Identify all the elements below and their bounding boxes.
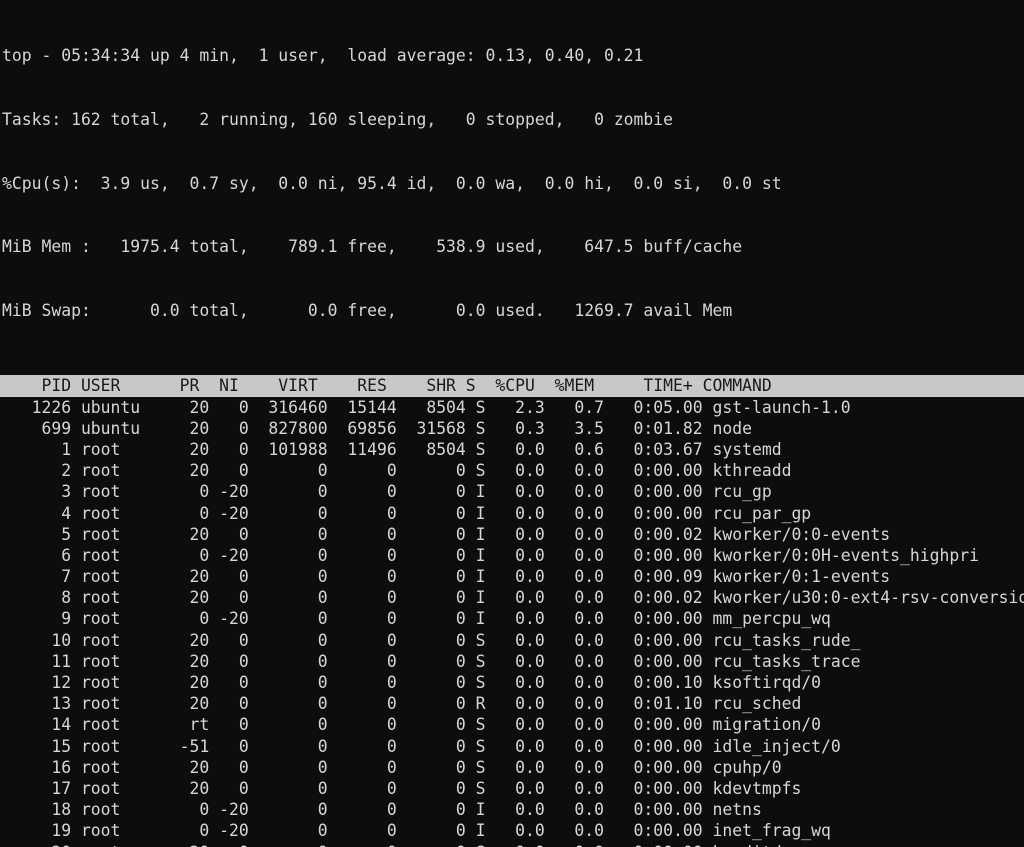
process-row[interactable]: 10 root 20 0 0 0 0 S 0.0 0.0 0:00.00 rcu…	[2, 630, 1024, 651]
process-row[interactable]: 18 root 0 -20 0 0 0 I 0.0 0.0 0:00.00 ne…	[2, 799, 1024, 820]
process-row[interactable]: 699 ubuntu 20 0 827800 69856 31568 S 0.3…	[2, 418, 1024, 439]
summary-table-spacer	[0, 363, 1024, 375]
process-row[interactable]: 4 root 0 -20 0 0 0 I 0.0 0.0 0:00.00 rcu…	[2, 503, 1024, 524]
terminal-window[interactable]: top - 05:34:34 up 4 min, 1 user, load av…	[0, 0, 1024, 847]
process-row[interactable]: 16 root 20 0 0 0 0 S 0.0 0.0 0:00.00 cpu…	[2, 757, 1024, 778]
process-row[interactable]: 20 root 20 0 0 0 0 S 0.0 0.0 0:00.00 kau…	[2, 842, 1024, 847]
summary-uptime-line: top - 05:34:34 up 4 min, 1 user, load av…	[2, 46, 644, 66]
process-row[interactable]: 2 root 20 0 0 0 0 S 0.0 0.0 0:00.00 kthr…	[2, 460, 1024, 481]
process-row[interactable]: 1226 ubuntu 20 0 316460 15144 8504 S 2.3…	[2, 397, 1024, 418]
process-row[interactable]: 19 root 0 -20 0 0 0 I 0.0 0.0 0:00.00 in…	[2, 820, 1024, 841]
summary-cpu-line: %Cpu(s): 3.9 us, 0.7 sy, 0.0 ni, 95.4 id…	[2, 173, 782, 193]
summary-swap-line: MiB Swap: 0.0 total, 0.0 free, 0.0 used.…	[2, 300, 733, 320]
process-row[interactable]: 15 root -51 0 0 0 0 S 0.0 0.0 0:00.00 id…	[2, 736, 1024, 757]
process-row[interactable]: 7 root 20 0 0 0 0 I 0.0 0.0 0:00.09 kwor…	[2, 566, 1024, 587]
process-table-body: 1226 ubuntu 20 0 316460 15144 8504 S 2.3…	[0, 397, 1024, 847]
process-row[interactable]: 6 root 0 -20 0 0 0 I 0.0 0.0 0:00.00 kwo…	[2, 545, 1024, 566]
process-row[interactable]: 5 root 20 0 0 0 0 I 0.0 0.0 0:00.02 kwor…	[2, 524, 1024, 545]
process-row[interactable]: 11 root 20 0 0 0 0 S 0.0 0.0 0:00.00 rcu…	[2, 651, 1024, 672]
process-row[interactable]: 14 root rt 0 0 0 0 S 0.0 0.0 0:00.00 mig…	[2, 714, 1024, 735]
process-row[interactable]: 12 root 20 0 0 0 0 S 0.0 0.0 0:00.10 kso…	[2, 672, 1024, 693]
process-row[interactable]: 9 root 0 -20 0 0 0 I 0.0 0.0 0:00.00 mm_…	[2, 608, 1024, 629]
summary-mem-line: MiB Mem : 1975.4 total, 789.1 free, 538.…	[2, 237, 743, 257]
summary-tasks-line: Tasks: 162 total, 2 running, 160 sleepin…	[2, 110, 674, 129]
process-table-column-header[interactable]: PID USER PR NI VIRT RES SHR S %CPU %MEM …	[0, 375, 1024, 397]
top-summary-area: top - 05:34:34 up 4 min, 1 user, load av…	[0, 0, 1024, 363]
process-row[interactable]: 13 root 20 0 0 0 0 R 0.0 0.0 0:01.10 rcu…	[2, 693, 1024, 714]
process-row[interactable]: 1 root 20 0 101988 11496 8504 S 0.0 0.6 …	[2, 439, 1024, 460]
process-row[interactable]: 17 root 20 0 0 0 0 S 0.0 0.0 0:00.00 kde…	[2, 778, 1024, 799]
process-row[interactable]: 8 root 20 0 0 0 0 I 0.0 0.0 0:00.02 kwor…	[2, 587, 1024, 608]
process-row[interactable]: 3 root 0 -20 0 0 0 I 0.0 0.0 0:00.00 rcu…	[2, 481, 1024, 502]
